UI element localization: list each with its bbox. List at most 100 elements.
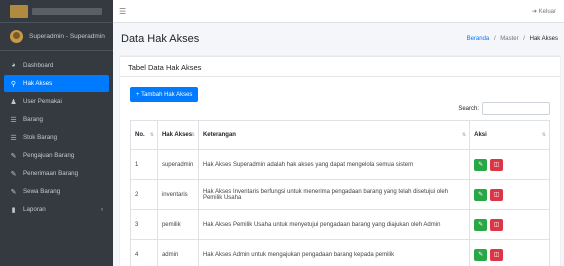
breadcrumb-home[interactable]: Beranda [467, 36, 490, 42]
user-icon: ♟ [10, 98, 17, 106]
logout-label: Keluar [538, 9, 556, 15]
sidebar-item-label: Sewa Barang [23, 188, 61, 195]
table-header-row: No. ⇅ Hak Akses ⇅ Keterangan ⇅ Aksi ⇅ [130, 120, 550, 150]
trash-icon: ◫ [493, 162, 500, 168]
column-header-keterangan[interactable]: Keterangan ⇅ [197, 120, 471, 150]
edit-icon: ✎ [478, 252, 484, 258]
brand-text-logo [32, 7, 102, 15]
search-input[interactable] [482, 102, 550, 115]
cell-aksi: ✎ ◫ [469, 179, 550, 210]
user-name: Superadmin - Superadmin [29, 33, 105, 40]
search-label: Search: [458, 105, 479, 112]
edit-icon: ✎ [10, 170, 17, 178]
column-header-aksi[interactable]: Aksi ⇅ [469, 120, 550, 150]
user-panel[interactable]: Superadmin - Superadmin [0, 23, 113, 51]
delete-button[interactable]: ◫ [490, 158, 504, 171]
sidebar-item-dashboard[interactable]: ◕ Dashboard [4, 57, 109, 74]
add-hak-akses-button[interactable]: + Tambah Hak Akses [130, 87, 199, 102]
cell-hak-akses: inventaris [156, 179, 199, 210]
page-title: Data Hak Akses [121, 33, 200, 45]
column-header-no[interactable]: No. ⇅ [130, 120, 158, 150]
sidebar-item-label: Hak Akses [23, 80, 53, 87]
cell-keterangan: Hak Akses Inventaris berfungsi untuk men… [197, 179, 471, 210]
column-header-label: Keterangan [202, 132, 236, 138]
edit-button[interactable]: ✎ [474, 248, 488, 261]
cell-no: 1 [130, 149, 158, 180]
logout-icon: ➜ [531, 9, 537, 15]
card-title: Tabel Data Hak Akses [120, 57, 560, 77]
search-box: Search: [458, 102, 550, 115]
table-row: 3 pemilik Hak Akses Pemilik Usaha untuk … [130, 209, 550, 240]
list-icon: ☰ [10, 116, 17, 124]
sidebar-item-user-pemakai[interactable]: ♟ User Pemakai [4, 93, 109, 110]
sidebar-item-sewa-barang[interactable]: ✎ Sewa Barang [4, 183, 109, 200]
brand[interactable] [0, 0, 113, 23]
cell-aksi: ✎ ◫ [469, 149, 550, 180]
sort-icon: ⇅ [190, 132, 195, 138]
hak-akses-table: No. ⇅ Hak Akses ⇅ Keterangan ⇅ Aksi ⇅ 1 supe… [130, 120, 550, 266]
sidebar-item-barang[interactable]: ☰ Barang [4, 111, 109, 128]
column-header-hak-akses[interactable]: Hak Akses ⇅ [156, 120, 199, 150]
dashboard-icon: ◕ [11, 62, 16, 69]
sidebar-item-stok-barang[interactable]: ☰ Stok Barang [4, 129, 109, 146]
sidebar: Superadmin - Superadmin ◕ Dashboard ⚲ Ha… [0, 0, 113, 266]
trash-icon: ◫ [493, 192, 500, 198]
delete-button[interactable]: ◫ [490, 188, 504, 201]
delete-button[interactable]: ◫ [490, 248, 504, 261]
logout-link[interactable]: ➜ Keluar [532, 8, 556, 15]
cell-hak-akses: admin [156, 239, 199, 266]
trash-icon: ◫ [493, 252, 500, 258]
cell-keterangan: Hak Akses Pemilik Usaha untuk menyetujui… [197, 209, 471, 240]
breadcrumb-separator: / [523, 36, 525, 42]
cell-aksi: ✎ ◫ [469, 209, 550, 240]
cell-no: 3 [130, 209, 158, 240]
column-header-label: Hak Akses [161, 132, 193, 138]
edit-icon: ✎ [10, 152, 17, 160]
edit-button[interactable]: ✎ [474, 218, 488, 231]
edit-icon: ✎ [478, 222, 484, 228]
sidebar-item-hak-akses[interactable]: ⚲ Hak Akses [4, 75, 109, 92]
sidebar-item-label: Barang [23, 116, 43, 123]
sidebar-item-laporan[interactable]: ▮ Laporan ‹ [4, 201, 109, 218]
cell-no: 4 [130, 239, 158, 266]
cell-hak-akses: superadmin [156, 149, 199, 180]
key-icon: ⚲ [10, 80, 17, 88]
cell-keterangan: Hak Akses Superadmin adalah hak akses ya… [197, 149, 471, 180]
cell-aksi: ✎ ◫ [469, 239, 550, 266]
brand-logo [10, 4, 28, 18]
edit-icon: ✎ [10, 188, 17, 196]
sidebar-item-label: Dashboard [23, 62, 54, 69]
sidebar-item-label: Penerimaan Barang [23, 170, 79, 177]
table-card: Tabel Data Hak Akses + Tambah Hak Akses … [120, 56, 560, 266]
cell-no: 2 [130, 179, 158, 210]
sidebar-item-label: Stok Barang [23, 134, 58, 141]
file-icon: ▮ [11, 206, 16, 214]
edit-button[interactable]: ✎ [474, 158, 488, 171]
main-content: Data Hak Akses Beranda / Master / Hak Ak… [113, 23, 564, 266]
cell-hak-akses: pemilik [156, 209, 199, 240]
cell-keterangan: Hak Akses Admin untuk mengajukan pengada… [197, 239, 471, 266]
sort-icon: ⇅ [541, 132, 546, 138]
sidebar-item-penerimaan-barang[interactable]: ✎ Penerimaan Barang [4, 165, 109, 182]
topbar: ☰ ➜ Keluar [113, 0, 564, 23]
menu-toggle-icon[interactable]: ☰ [119, 7, 126, 16]
edit-button[interactable]: ✎ [474, 188, 488, 201]
trash-icon: ◫ [493, 222, 500, 228]
edit-icon: ✎ [478, 192, 484, 198]
delete-button[interactable]: ◫ [490, 218, 504, 231]
sort-icon: ⇅ [461, 132, 467, 138]
sidebar-item-pengajuan-barang[interactable]: ✎ Pengajuan Barang [4, 147, 109, 164]
column-header-label: No. [135, 132, 145, 138]
list-icon: ☰ [10, 134, 17, 142]
sort-icon: ⇅ [149, 132, 154, 138]
table-row: 1 superadmin Hak Akses Superadmin adalah… [130, 149, 550, 180]
column-header-label: Aksi [474, 132, 487, 138]
sidebar-item-label: Pengajuan Barang [23, 152, 75, 159]
table-row: 2 inventaris Hak Akses Inventaris berfun… [130, 179, 550, 210]
edit-icon: ✎ [478, 162, 484, 168]
sidebar-item-label: Laporan [23, 206, 46, 213]
sidebar-item-label: User Pemakai [23, 98, 62, 105]
sidebar-nav: ◕ Dashboard ⚲ Hak Akses ♟ User Pemakai ☰… [0, 51, 113, 218]
chevron-left-icon: ‹ [101, 206, 103, 213]
table-row: 4 admin Hak Akses Admin untuk mengajukan… [130, 239, 550, 266]
